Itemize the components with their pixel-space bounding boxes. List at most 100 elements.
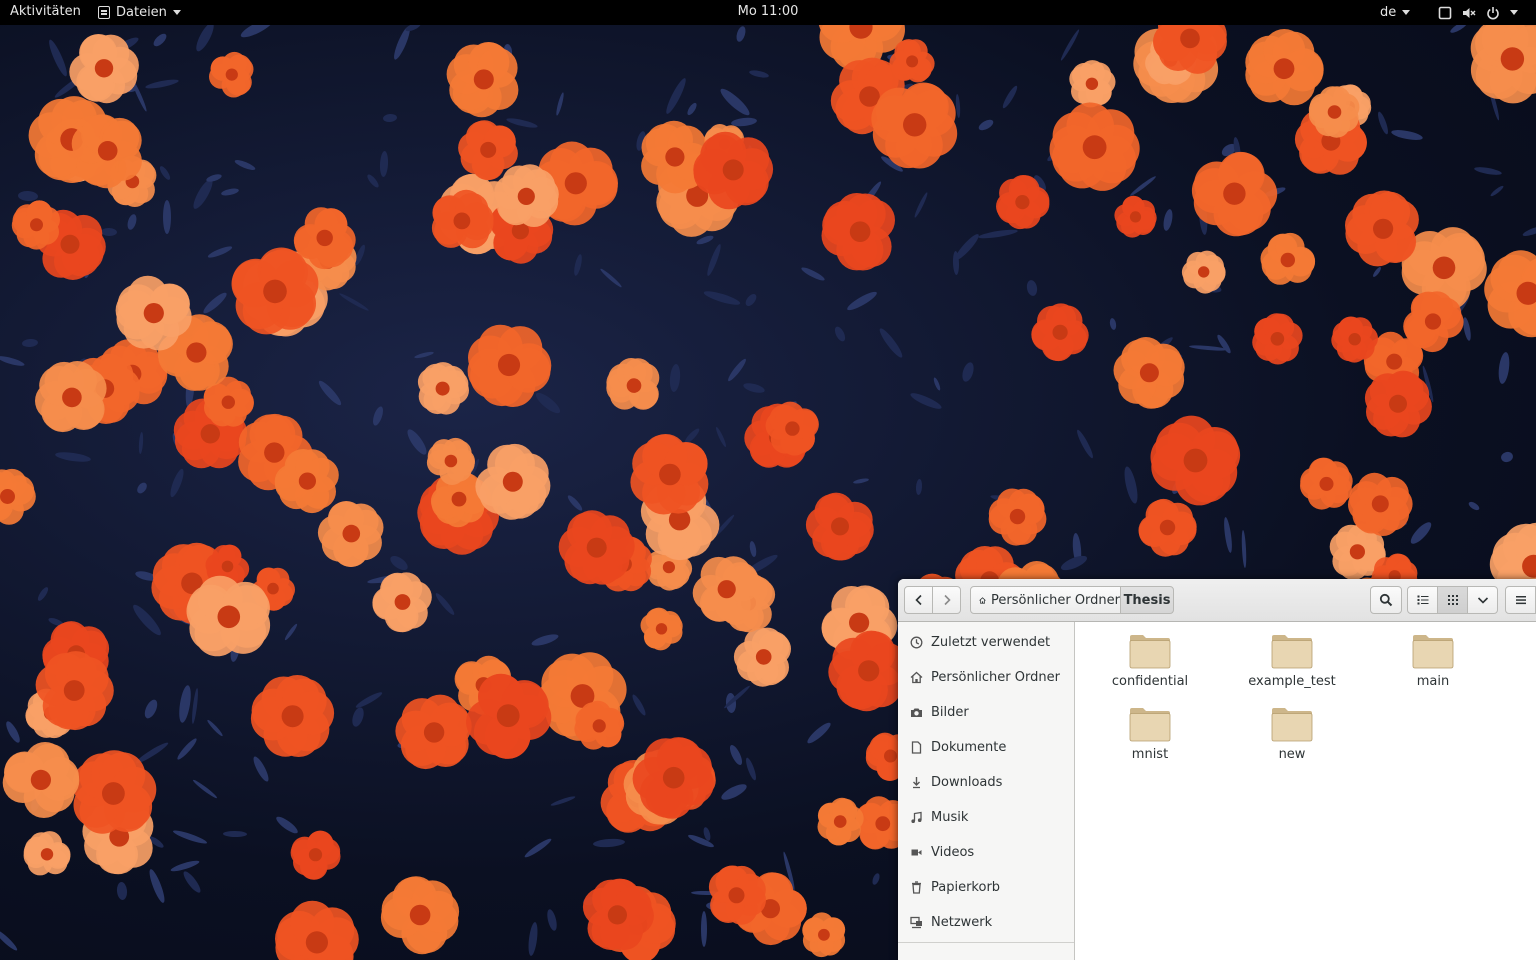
leaf-shape	[138, 432, 144, 454]
marigold-blossom	[250, 675, 335, 757]
leaf-shape	[593, 838, 625, 848]
marigold-blossom	[765, 401, 819, 456]
leaf-shape	[1490, 185, 1504, 197]
leaf-shape	[1468, 501, 1480, 511]
sidebar-item-videos[interactable]: Videos	[898, 835, 1074, 869]
back-button[interactable]	[904, 586, 933, 614]
search-button[interactable]	[1370, 586, 1402, 614]
breadcrumb-home[interactable]: Persönlicher Ordner	[970, 586, 1121, 614]
sidebar-item-downloads[interactable]: Downloads	[898, 765, 1074, 799]
chevron-down-icon	[172, 10, 181, 15]
leaf-shape	[978, 119, 994, 131]
leaf-shape	[600, 268, 622, 288]
leaf-shape	[284, 623, 298, 641]
files-app-icon	[98, 6, 110, 19]
list-view-icon	[1417, 595, 1428, 605]
keyboard-layout-menu[interactable]: de	[1380, 0, 1411, 25]
chevron-left-icon	[914, 594, 922, 606]
marigold-blossom	[632, 737, 714, 819]
folder-item[interactable]: example_test	[1237, 625, 1347, 695]
system-menu[interactable]	[1438, 0, 1518, 25]
leaf-shape	[172, 830, 208, 844]
sidebar-item-music[interactable]: Musik	[898, 800, 1074, 834]
app-menu[interactable]: Dateien	[98, 0, 181, 25]
leaf-shape	[506, 118, 538, 128]
leaf-shape	[145, 79, 179, 89]
leaf-shape	[1391, 130, 1423, 140]
forward-button[interactable]	[932, 586, 961, 614]
marigold-blossom	[1470, 25, 1536, 104]
marigold-blossom	[426, 437, 475, 485]
marigold-blossom	[640, 607, 683, 651]
leaf-shape	[567, 495, 583, 511]
marigold-blossom	[805, 492, 874, 561]
leaf-shape	[1002, 85, 1018, 109]
leaf-shape	[879, 328, 903, 358]
folder-item[interactable]: new	[1237, 698, 1347, 768]
leaf-shape	[101, 227, 117, 237]
leaf-shape	[524, 838, 552, 858]
leaf-shape	[149, 869, 165, 903]
sidebar-item-label: Bilder	[931, 704, 969, 720]
chevron-down-icon	[1477, 597, 1488, 604]
marigold-blossom	[1484, 250, 1536, 338]
leaf-shape	[55, 452, 91, 462]
marigold-blossom	[1403, 291, 1464, 353]
sidebar-item-network[interactable]: Netzwerk	[898, 905, 1074, 939]
leaf-shape	[728, 358, 746, 382]
grid-view-button[interactable]	[1437, 586, 1468, 614]
sidebar-item-label: Videos	[931, 844, 975, 860]
marigold-blossom	[828, 630, 908, 712]
leaf-shape	[703, 291, 741, 305]
sidebar-item-documents[interactable]: Dokumente	[898, 730, 1074, 764]
view-options-button[interactable]	[1467, 586, 1498, 614]
leaf-shape	[696, 235, 714, 245]
sidebar-item-home[interactable]: Persönlicher Ordner	[898, 660, 1074, 694]
sidebar-item-recent[interactable]: Zuletzt verwendet	[898, 625, 1074, 659]
list-view-button[interactable]	[1407, 586, 1438, 614]
home-icon	[979, 596, 986, 604]
activities-button[interactable]: Aktivitäten	[10, 0, 81, 25]
leaf-shape	[276, 816, 298, 834]
leaf-shape	[390, 555, 408, 571]
marigold-blossom	[1150, 415, 1241, 506]
folder-item[interactable]: main	[1378, 625, 1488, 695]
leaf-shape	[1410, 522, 1432, 544]
leaf-shape	[170, 860, 200, 872]
breadcrumb-current-label: Thesis	[1123, 592, 1171, 608]
leaf-shape	[0, 929, 18, 951]
download-icon	[912, 776, 920, 788]
sidebar-item-trash[interactable]: Papierkorb	[898, 870, 1074, 904]
leaf-shape	[1060, 29, 1080, 61]
marigold-blossom	[802, 912, 846, 958]
home-icon	[910, 671, 922, 683]
marigold-blossom	[35, 361, 107, 433]
leaf-shape	[632, 694, 646, 716]
leaf-shape	[367, 174, 379, 188]
leaf-shape	[531, 634, 559, 646]
marigold-blossom	[733, 627, 791, 687]
leaf-shape	[240, 25, 274, 38]
folder-item[interactable]: mnist	[1095, 698, 1205, 768]
sidebar-divider	[898, 942, 1074, 943]
leaf-shape	[133, 604, 161, 636]
sidebar-item-pictures[interactable]: Bilder	[898, 695, 1074, 729]
leaf-shape	[910, 393, 942, 409]
breadcrumb-current[interactable]: Thesis	[1120, 586, 1174, 614]
leaf-shape	[179, 685, 191, 723]
leaf-shape	[1130, 176, 1156, 196]
leaf-shape	[1450, 25, 1468, 33]
hamburger-menu-button[interactable]	[1505, 586, 1536, 614]
folder-icon	[1412, 635, 1454, 669]
leaf-shape	[1163, 209, 1173, 231]
leaf-shape	[170, 468, 184, 498]
clock-label[interactable]: Mo 11:00	[738, 4, 799, 19]
leaf-shape	[137, 482, 147, 494]
marigold-blossom	[1049, 102, 1140, 191]
folder-item[interactable]: confidential	[1095, 625, 1205, 695]
leaf-shape	[192, 779, 218, 799]
marigold-blossom	[0, 468, 36, 525]
leaf-shape	[183, 871, 201, 893]
sidebar-item-label: Dokumente	[931, 739, 1007, 755]
leaf-shape	[574, 254, 582, 276]
